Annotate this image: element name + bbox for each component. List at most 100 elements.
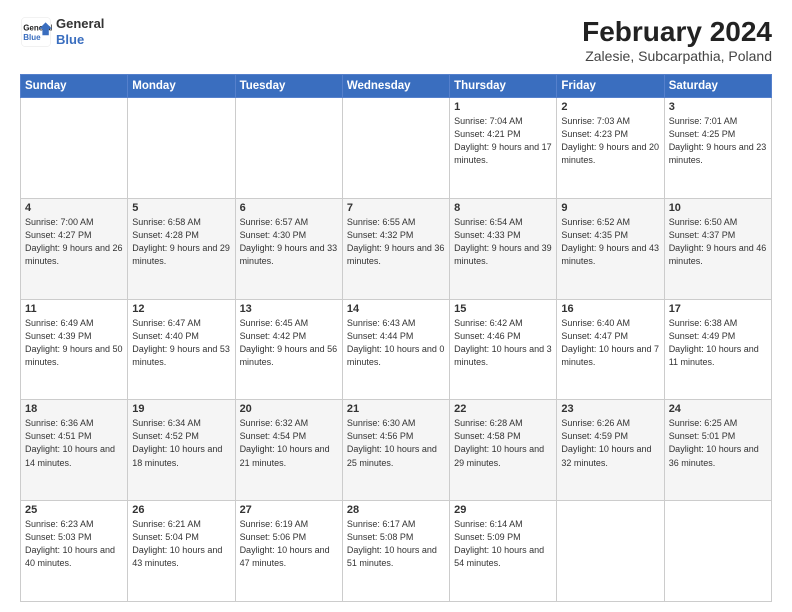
day-number: 4 [25,202,123,214]
page: General Blue General Blue February 2024 … [0,0,792,612]
day-number: 11 [25,303,123,315]
day-number: 10 [669,202,767,214]
calendar-header-row: SundayMondayTuesdayWednesdayThursdayFrid… [21,75,772,98]
day-cell [557,501,664,602]
day-cell [342,98,449,199]
logo: General Blue General Blue [20,16,104,48]
day-number: 8 [454,202,552,214]
day-info: Sunrise: 6:28 AM Sunset: 4:58 PM Dayligh… [454,417,552,469]
day-cell: 9 Sunrise: 6:52 AM Sunset: 4:35 PM Daylig… [557,198,664,299]
day-cell: 5 Sunrise: 6:58 AM Sunset: 4:28 PM Daylig… [128,198,235,299]
header-day-friday: Friday [557,75,664,98]
day-cell: 21Sunrise: 6:30 AM Sunset: 4:56 PM Dayli… [342,400,449,501]
day-cell: 13 Sunrise: 6:45 AM Sunset: 4:42 PM Dayli… [235,299,342,400]
day-number: 29 [454,504,552,516]
main-title: February 2024 [582,16,772,48]
day-info: Sunrise: 6:55 AM Sunset: 4:32 PM Dayligh… [347,216,445,268]
week-row-2: 4 Sunrise: 7:00 AM Sunset: 4:27 PM Daylig… [21,198,772,299]
day-info: Sunrise: 6:54 AM Sunset: 4:33 PM Dayligh… [454,216,552,268]
day-info: Sunrise: 6:25 AM Sunset: 5:01 PM Dayligh… [669,417,767,469]
day-info: Sunrise: 7:00 AM Sunset: 4:27 PM Dayligh… [25,216,123,268]
day-cell: 7 Sunrise: 6:55 AM Sunset: 4:32 PM Daylig… [342,198,449,299]
day-number: 2 [561,101,659,113]
day-cell: 20Sunrise: 6:32 AM Sunset: 4:54 PM Dayli… [235,400,342,501]
header-day-tuesday: Tuesday [235,75,342,98]
day-info: Sunrise: 6:21 AM Sunset: 5:04 PM Dayligh… [132,518,230,570]
day-number: 15 [454,303,552,315]
day-cell: 10 Sunrise: 6:50 AM Sunset: 4:37 PM Dayli… [664,198,771,299]
logo-icon: General Blue [20,16,52,48]
day-info: Sunrise: 7:04 AM Sunset: 4:21 PM Dayligh… [454,115,552,167]
day-cell: 11 Sunrise: 6:49 AM Sunset: 4:39 PM Dayli… [21,299,128,400]
day-cell: 14 Sunrise: 6:43 AM Sunset: 4:44 PM Dayli… [342,299,449,400]
day-number: 13 [240,303,338,315]
day-info: Sunrise: 6:14 AM Sunset: 5:09 PM Dayligh… [454,518,552,570]
day-cell: 15 Sunrise: 6:42 AM Sunset: 4:46 PM Dayli… [450,299,557,400]
day-cell: 19Sunrise: 6:34 AM Sunset: 4:52 PM Dayli… [128,400,235,501]
day-info: Sunrise: 6:57 AM Sunset: 4:30 PM Dayligh… [240,216,338,268]
day-cell: 17Sunrise: 6:38 AM Sunset: 4:49 PM Dayli… [664,299,771,400]
day-info: Sunrise: 6:19 AM Sunset: 5:06 PM Dayligh… [240,518,338,570]
day-info: Sunrise: 6:43 AM Sunset: 4:44 PM Dayligh… [347,317,445,369]
day-info: Sunrise: 6:42 AM Sunset: 4:46 PM Dayligh… [454,317,552,369]
day-number: 1 [454,101,552,113]
day-number: 28 [347,504,445,516]
day-info: Sunrise: 6:40 AM Sunset: 4:47 PM Dayligh… [561,317,659,369]
day-cell: 24 Sunrise: 6:25 AM Sunset: 5:01 PM Dayli… [664,400,771,501]
day-number: 24 [669,403,767,415]
day-cell: 22 Sunrise: 6:28 AM Sunset: 4:58 PM Dayli… [450,400,557,501]
header-day-thursday: Thursday [450,75,557,98]
day-cell: 18Sunrise: 6:36 AM Sunset: 4:51 PM Dayli… [21,400,128,501]
day-info: Sunrise: 6:32 AM Sunset: 4:54 PM Dayligh… [240,417,338,469]
day-info: Sunrise: 6:47 AM Sunset: 4:40 PM Dayligh… [132,317,230,369]
calendar-table: SundayMondayTuesdayWednesdayThursdayFrid… [20,74,772,602]
day-info: Sunrise: 7:03 AM Sunset: 4:23 PM Dayligh… [561,115,659,167]
day-info: Sunrise: 6:50 AM Sunset: 4:37 PM Dayligh… [669,216,767,268]
day-cell: 2 Sunrise: 7:03 AM Sunset: 4:23 PM Daylig… [557,98,664,199]
day-cell [21,98,128,199]
week-row-4: 18Sunrise: 6:36 AM Sunset: 4:51 PM Dayli… [21,400,772,501]
day-number: 5 [132,202,230,214]
day-number: 7 [347,202,445,214]
day-info: Sunrise: 6:38 AM Sunset: 4:49 PM Dayligh… [669,317,767,369]
day-number: 26 [132,504,230,516]
day-cell: 25Sunrise: 6:23 AM Sunset: 5:03 PM Dayli… [21,501,128,602]
day-cell [235,98,342,199]
day-cell: 27 Sunrise: 6:19 AM Sunset: 5:06 PM Dayli… [235,501,342,602]
day-info: Sunrise: 6:49 AM Sunset: 4:39 PM Dayligh… [25,317,123,369]
day-number: 14 [347,303,445,315]
day-info: Sunrise: 6:34 AM Sunset: 4:52 PM Dayligh… [132,417,230,469]
day-cell: 16 Sunrise: 6:40 AM Sunset: 4:47 PM Dayli… [557,299,664,400]
day-number: 23 [561,403,659,415]
day-info: Sunrise: 7:01 AM Sunset: 4:25 PM Dayligh… [669,115,767,167]
day-cell: 3Sunrise: 7:01 AM Sunset: 4:25 PM Daylig… [664,98,771,199]
day-info: Sunrise: 6:17 AM Sunset: 5:08 PM Dayligh… [347,518,445,570]
logo-text-blue: Blue [56,32,104,48]
header-day-saturday: Saturday [664,75,771,98]
day-number: 16 [561,303,659,315]
day-number: 12 [132,303,230,315]
day-info: Sunrise: 6:52 AM Sunset: 4:35 PM Dayligh… [561,216,659,268]
day-number: 22 [454,403,552,415]
header: General Blue General Blue February 2024 … [20,16,772,64]
day-cell: 29 Sunrise: 6:14 AM Sunset: 5:09 PM Dayli… [450,501,557,602]
day-cell [664,501,771,602]
logo-text-general: General [56,16,104,32]
day-info: Sunrise: 6:30 AM Sunset: 4:56 PM Dayligh… [347,417,445,469]
week-row-5: 25Sunrise: 6:23 AM Sunset: 5:03 PM Dayli… [21,501,772,602]
day-number: 25 [25,504,123,516]
day-cell: 8 Sunrise: 6:54 AM Sunset: 4:33 PM Daylig… [450,198,557,299]
day-info: Sunrise: 6:26 AM Sunset: 4:59 PM Dayligh… [561,417,659,469]
day-info: Sunrise: 6:45 AM Sunset: 4:42 PM Dayligh… [240,317,338,369]
day-cell [128,98,235,199]
day-info: Sunrise: 6:58 AM Sunset: 4:28 PM Dayligh… [132,216,230,268]
day-cell: 23 Sunrise: 6:26 AM Sunset: 4:59 PM Dayli… [557,400,664,501]
day-number: 9 [561,202,659,214]
header-day-wednesday: Wednesday [342,75,449,98]
day-number: 18 [25,403,123,415]
title-block: February 2024 Zalesie, Subcarpathia, Pol… [582,16,772,64]
day-number: 6 [240,202,338,214]
day-number: 27 [240,504,338,516]
week-row-1: 1 Sunrise: 7:04 AM Sunset: 4:21 PM Daylig… [21,98,772,199]
day-cell: 28 Sunrise: 6:17 AM Sunset: 5:08 PM Dayli… [342,501,449,602]
